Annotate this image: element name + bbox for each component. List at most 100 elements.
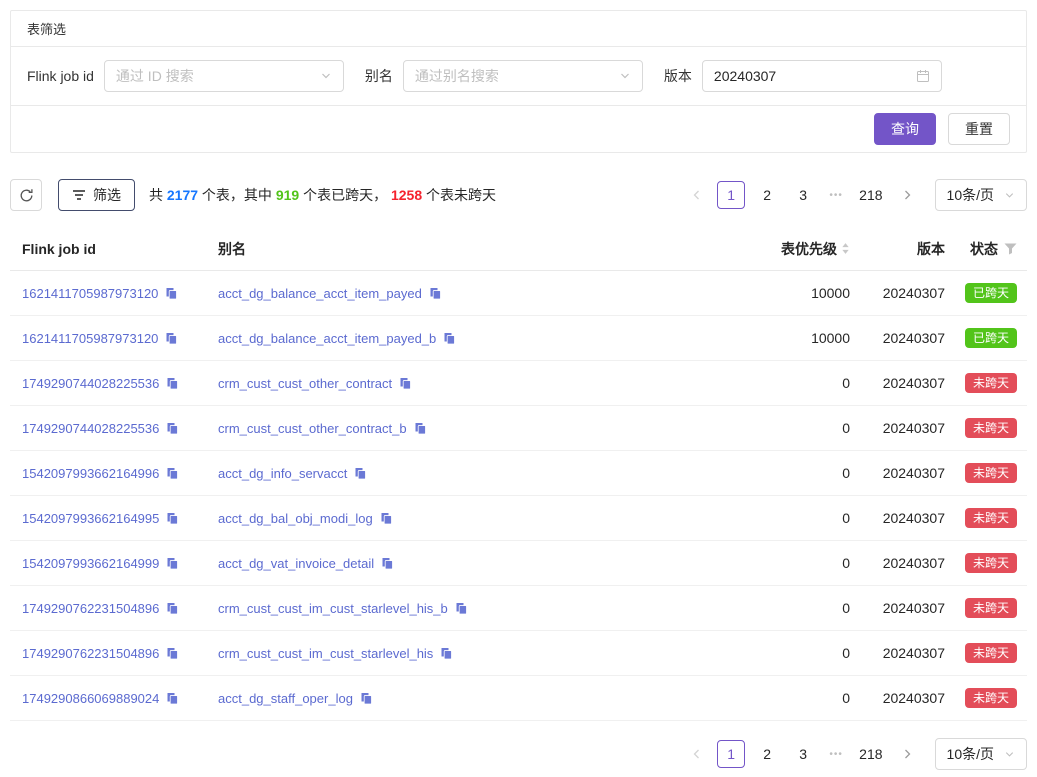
alias-cell: acct_dg_staff_oper_log [218,691,700,706]
crossed-count: 919 [276,187,299,203]
job-id-link[interactable]: 1749290762231504896 [22,646,159,661]
job-id-link[interactable]: 1621411705987973120 [22,331,158,346]
summary-prefix: 共 [149,187,167,203]
alias-link[interactable]: crm_cust_cust_other_contract_b [218,421,407,436]
copy-icon[interactable] [443,332,456,345]
chevron-down-icon [619,70,631,82]
priority-value: 10000 [811,330,850,346]
filter-button[interactable]: 筛选 [58,179,135,211]
job-id-input[interactable] [116,68,320,84]
copy-icon[interactable] [166,512,179,525]
page-item-last[interactable]: 218 [855,181,886,209]
sort-icon[interactable] [841,242,850,255]
status-badge: 未跨天 [965,418,1017,438]
alias-link[interactable]: crm_cust_cust_im_cust_starlevel_his_b [218,601,448,616]
version-cell: 20240307 [850,555,945,571]
version-value: 20240307 [883,690,945,706]
page-item-3[interactable]: 3 [789,740,817,768]
col-header-status: 状态 [945,239,1027,259]
alias-select[interactable] [403,60,643,92]
copy-icon[interactable] [166,692,179,705]
copy-icon[interactable] [440,647,453,660]
summary-mid2: 个表已跨天， [299,187,391,203]
job-id-link[interactable]: 1749290744028225536 [22,376,159,391]
copy-icon[interactable] [354,467,367,480]
status-badge: 未跨天 [965,598,1017,618]
copy-icon[interactable] [380,512,393,525]
copy-icon[interactable] [381,557,394,570]
reset-button[interactable]: 重置 [948,113,1010,145]
status-badge: 已跨天 [965,283,1017,303]
page-item-2[interactable]: 2 [753,181,781,209]
page-item-1[interactable]: 1 [717,181,745,209]
version-input[interactable] [714,68,916,84]
alias-link[interactable]: crm_cust_cust_other_contract [218,376,392,391]
next-page-button[interactable] [895,740,919,768]
page-item-3[interactable]: 3 [789,181,817,209]
alias-cell: crm_cust_cust_im_cust_starlevel_his [218,646,700,661]
copy-icon[interactable] [165,332,178,345]
job-id-link[interactable]: 1542097993662164999 [22,556,159,571]
job-id-link[interactable]: 1542097993662164996 [22,466,159,481]
job-id-link[interactable]: 1749290866069889024 [22,691,159,706]
pagination-top: 1 2 3 ••• 218 10条/页 [685,179,1027,211]
version-value: 20240307 [883,375,945,391]
next-page-button[interactable] [895,181,919,209]
job-id-link[interactable]: 1749290762231504896 [22,601,159,616]
search-button[interactable]: 查询 [874,113,936,145]
alias-link[interactable]: acct_dg_vat_invoice_detail [218,556,374,571]
copy-icon[interactable] [360,692,373,705]
version-value: 20240307 [883,330,945,346]
copy-icon[interactable] [166,467,179,480]
alias-link[interactable]: acct_dg_staff_oper_log [218,691,353,706]
alias-link[interactable]: acct_dg_balance_acct_item_payed [218,286,422,301]
priority-cell: 0 [700,465,850,481]
copy-icon[interactable] [429,287,442,300]
total-count: 2177 [167,187,198,203]
filter-fields-row: Flink job id 别名 版本 [11,47,1026,105]
job-id-link[interactable]: 1542097993662164995 [22,511,159,526]
funnel-filter-icon[interactable] [1004,243,1017,255]
job-id-link[interactable]: 1621411705987973120 [22,286,158,301]
job-id-cell: 1749290744028225536 [10,421,218,436]
copy-icon[interactable] [166,377,179,390]
copy-icon[interactable] [166,557,179,570]
copy-icon[interactable] [165,287,178,300]
version-label: 版本 [664,66,692,86]
alias-input[interactable] [415,68,619,84]
job-id-link[interactable]: 1749290744028225536 [22,421,159,436]
version-cell: 20240307 [850,645,945,661]
copy-icon[interactable] [455,602,468,615]
alias-link[interactable]: crm_cust_cust_im_cust_starlevel_his [218,646,433,661]
alias-link[interactable]: acct_dg_info_servacct [218,466,347,481]
page-item-2[interactable]: 2 [753,740,781,768]
copy-icon[interactable] [399,377,412,390]
copy-icon[interactable] [414,422,427,435]
priority-cell: 0 [700,510,850,526]
page-item-1[interactable]: 1 [717,740,745,768]
version-cell: 20240307 [850,600,945,616]
job-id-select[interactable] [104,60,344,92]
version-value: 20240307 [883,420,945,436]
page-size-select[interactable]: 10条/页 [935,738,1027,770]
prev-page-button[interactable] [685,181,709,209]
refresh-button[interactable] [10,179,42,211]
version-date-picker[interactable] [702,60,942,92]
job-id-cell: 1749290762231504896 [10,646,218,661]
copy-icon[interactable] [166,602,179,615]
alias-link[interactable]: acct_dg_bal_obj_modi_log [218,511,373,526]
page-size-select[interactable]: 10条/页 [935,179,1027,211]
alias-cell: crm_cust_cust_other_contract [218,376,700,391]
pagination-ellipsis[interactable]: ••• [825,190,847,201]
pagination-ellipsis[interactable]: ••• [825,749,847,760]
copy-icon[interactable] [166,647,179,660]
page-item-last[interactable]: 218 [855,740,886,768]
alias-link[interactable]: acct_dg_balance_acct_item_payed_b [218,331,436,346]
priority-cell: 0 [700,645,850,661]
status-cell: 未跨天 [945,373,1027,393]
version-value: 20240307 [883,285,945,301]
prev-page-button[interactable] [685,740,709,768]
status-cell: 未跨天 [945,418,1027,438]
copy-icon[interactable] [166,422,179,435]
priority-cell: 0 [700,375,850,391]
